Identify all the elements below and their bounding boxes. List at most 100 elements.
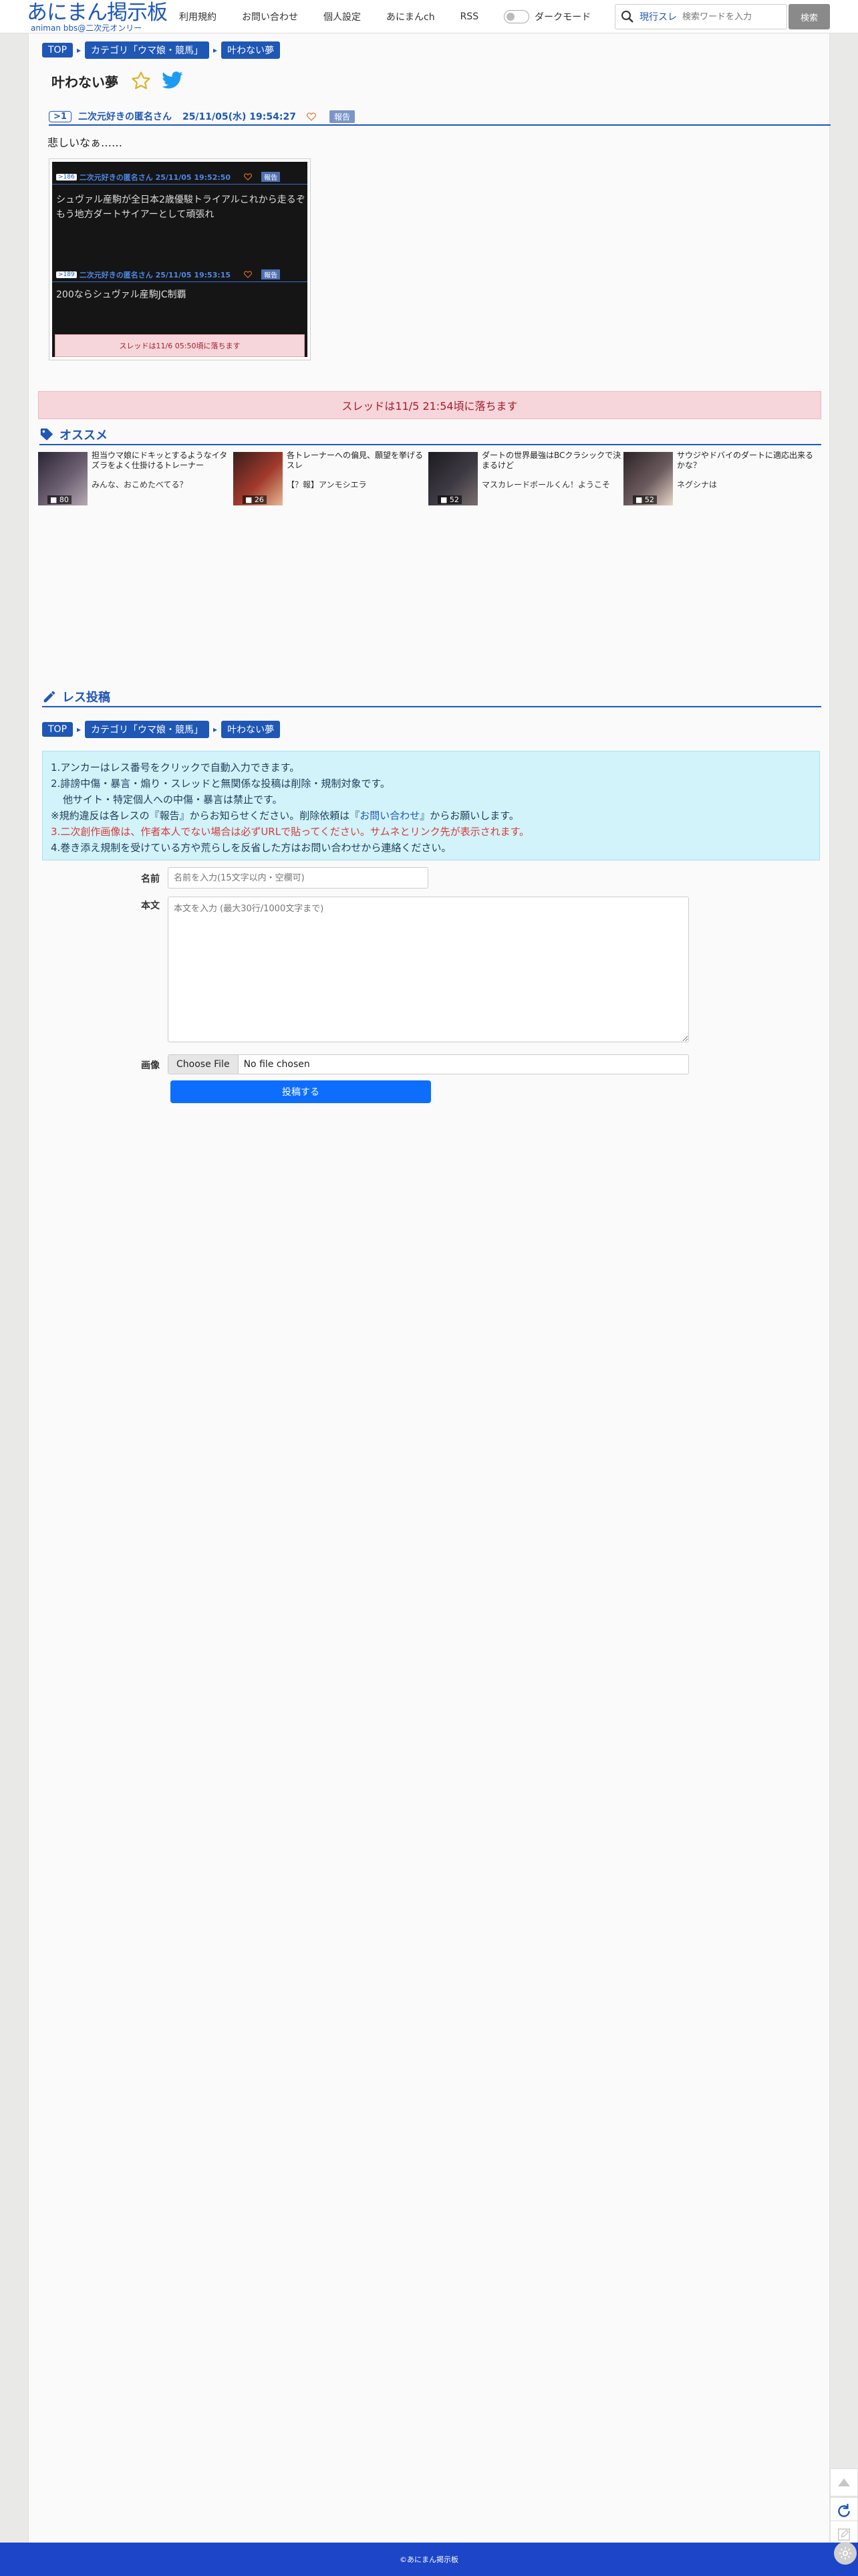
- embed-poster-date: 二次元好きの匿名さん 25/11/05 19:52:50: [79, 172, 231, 182]
- rule-line: ※規約違反は各レスの『報告』からお知らせください。削除依頼は『お問い合わせ』から…: [51, 810, 519, 822]
- contact-link[interactable]: お問い合わせ: [360, 810, 420, 822]
- tag-icon: [39, 427, 54, 442]
- rule-line: 2.誹謗中傷・暴言・煽り・スレッドと無関係な投稿は削除・規制対象です。: [51, 778, 390, 790]
- gear-icon: [838, 2546, 853, 2561]
- thread-title: 叶わない夢: [51, 74, 118, 90]
- post-form-title: レス投稿: [62, 691, 110, 705]
- toggle-switch[interactable]: [504, 10, 530, 23]
- breadcrumb-thread[interactable]: 叶わない夢: [221, 41, 281, 59]
- dark-mode-toggle[interactable]: ダークモード: [504, 10, 591, 23]
- recommend-item-title[interactable]: ダートの世界最強はBCクラシックで決まるけど: [482, 451, 622, 471]
- post-body: 悲しいなぁ……: [47, 136, 123, 149]
- embed-post-body: 200ならシュヴァル産駒JC制覇: [56, 287, 186, 302]
- embed-post-line: もう地方ダートサイアーとして頑張れ: [56, 209, 214, 220]
- search-box: 現行スレ: [615, 4, 787, 29]
- main-panel: TOP ▸ カテゴリ「ウマ娘・競馬」 ▸ 叶わない夢 叶わない夢 >1 二次元好…: [28, 33, 831, 2543]
- recommend-item-title[interactable]: 担当ウマ娘にドキッとするようなイタズラをよく仕掛けるトレーナー: [92, 451, 232, 471]
- rule-line: 1.アンカーはレス番号をクリックで自動入力できます。: [51, 762, 300, 774]
- thread-expire-notice: スレッドは11/5 21:54頃に落ちます: [38, 391, 821, 419]
- report-button[interactable]: 報告: [329, 110, 355, 123]
- name-label: 名前: [141, 874, 160, 885]
- nav-link-rss[interactable]: RSS: [460, 11, 479, 22]
- recommend-thumbnail[interactable]: ■ 80: [38, 452, 88, 505]
- embed-post-line: 200ならシュヴァル産駒JC制覇: [56, 289, 186, 300]
- choose-file-button[interactable]: Choose File: [168, 1055, 239, 1074]
- embed-report-button[interactable]: 報告: [261, 269, 281, 279]
- res-number[interactable]: >1: [49, 110, 72, 122]
- breadcrumb-separator: ▸: [213, 45, 218, 55]
- nav-link-contact[interactable]: お問い合わせ: [242, 10, 298, 23]
- post-form-heading: レス投稿: [42, 687, 821, 707]
- embedded-thread-preview[interactable]: >186 二次元好きの匿名さん 25/11/05 19:52:50 報告 シュヴ…: [49, 158, 311, 360]
- rule-line: 他サイト・特定個人への中傷・暴言は禁止です。: [63, 794, 283, 806]
- body-label: 本文: [141, 901, 160, 911]
- embed-expire-notice: スレッドは11/6 05:50頃に落ちます: [55, 334, 305, 357]
- breadcrumb-category[interactable]: カテゴリ「ウマ娘・競馬」: [85, 41, 210, 59]
- recommend-item[interactable]: ■ 52 ダートの世界最強はBCクラシックで決まるけど マスカレードボールくん！…: [428, 449, 622, 505]
- breadcrumb-top[interactable]: TOP: [42, 43, 74, 57]
- embed-post-line: シュヴァル産駒が全日本2歳優駿トライアルこれから走るぞ: [56, 195, 305, 205]
- scroll-top-button[interactable]: [830, 2468, 858, 2496]
- embed-res-number[interactable]: >189: [56, 271, 77, 278]
- name-input[interactable]: [168, 867, 428, 889]
- poster-name: 二次元好きの匿名さん: [78, 112, 172, 122]
- recommend-item-last-post: ネグシナは: [677, 480, 718, 489]
- breadcrumb-thread[interactable]: 叶わない夢: [221, 721, 281, 738]
- recommend-item[interactable]: ■ 80 担当ウマ娘にドキッとするようなイタズラをよく仕掛けるトレーナー みんな…: [38, 449, 232, 505]
- logo-subtitle[interactable]: animan bbs@二次元オンリー: [27, 24, 167, 32]
- recommend-thumbnail[interactable]: ■ 52: [428, 452, 478, 505]
- refresh-icon: [835, 2502, 853, 2520]
- image-label: 画像: [141, 1060, 160, 1071]
- recommend-heading: オススメ: [39, 425, 821, 445]
- heart-icon[interactable]: [244, 173, 253, 181]
- comment-count: ■ 80: [47, 495, 72, 504]
- recommend-item[interactable]: ■ 26 各トレーナーへの偏見、願望を挙げるスレ 【？報】アンモシエラ: [233, 449, 427, 505]
- comment-count: ■ 52: [633, 495, 657, 504]
- favorite-star-icon[interactable]: [130, 70, 152, 92]
- submit-post-button[interactable]: 投稿する: [170, 1080, 431, 1103]
- comment-count: ■ 26: [243, 495, 267, 504]
- breadcrumb-separator: ▸: [77, 45, 82, 55]
- embed-res-number[interactable]: >186: [56, 173, 77, 181]
- rule-line: 4.巻き添え規制を受けている方や荒らしを反省した方はお問い合わせから連絡ください…: [51, 842, 452, 854]
- nav-link-animanch[interactable]: あにまんch: [386, 10, 435, 23]
- breadcrumb: TOP ▸ カテゴリ「ウマ娘・競馬」 ▸ 叶わない夢: [42, 41, 281, 59]
- recommend-item-title[interactable]: 各トレーナーへの偏見、願望を挙げるスレ: [287, 451, 427, 471]
- breadcrumb-separator: ▸: [77, 725, 82, 734]
- nav-links: 利用規約 お問い合わせ 個人設定 あにまんch RSS ダークモード: [179, 0, 591, 33]
- embed-poster-date: 二次元好きの匿名さん 25/11/05 19:53:15: [79, 270, 231, 279]
- search-input[interactable]: [682, 7, 786, 27]
- breadcrumb: TOP ▸ カテゴリ「ウマ娘・競馬」 ▸ 叶わない夢: [42, 721, 281, 738]
- recommend-item-title[interactable]: サウジやドバイのダートに適応出来るかな？: [677, 451, 817, 471]
- rule-line: 3.二次創作画像は、作者本人でない場合は必ずURLで貼ってください。サムネとリン…: [51, 826, 530, 838]
- nav-link-terms[interactable]: 利用規約: [179, 10, 217, 23]
- pencil-icon: [42, 689, 57, 704]
- breadcrumb-category[interactable]: カテゴリ「ウマ娘・競馬」: [85, 721, 210, 738]
- breadcrumb-separator: ▸: [213, 725, 218, 734]
- file-status: No file chosen: [243, 1059, 310, 1070]
- recommend-thumbnail[interactable]: ■ 52: [623, 452, 673, 505]
- site-logo[interactable]: あにまん掲示板 animan bbs@二次元オンリー: [27, 1, 168, 32]
- recommend-item[interactable]: ■ 52 サウジやドバイのダートに適応出来るかな？ ネグシナは: [623, 449, 817, 505]
- search-button[interactable]: 検索: [789, 4, 830, 29]
- embed-report-button[interactable]: 報告: [261, 172, 281, 182]
- top-navbar: あにまん掲示板 animan bbs@二次元オンリー 利用規約 お問い合わせ 個…: [0, 0, 858, 33]
- search-icon: [615, 5, 639, 29]
- heart-icon[interactable]: [306, 112, 316, 121]
- footer: ©あにまん掲示板: [0, 2543, 858, 2576]
- heart-icon[interactable]: [244, 271, 253, 278]
- logo-title[interactable]: あにまん掲示板: [27, 1, 168, 24]
- recommend-thumbnail[interactable]: ■ 26: [233, 452, 283, 505]
- embed-post-header: >189 二次元好きの匿名さん 25/11/05 19:53:15 報告: [52, 267, 307, 282]
- search-scope-select[interactable]: 現行スレ: [639, 10, 677, 23]
- recommend-title: オススメ: [59, 429, 108, 443]
- settings-button[interactable]: [834, 2542, 857, 2565]
- body-textarea[interactable]: [168, 897, 689, 1042]
- image-file-input[interactable]: Choose File No file chosen: [168, 1054, 689, 1074]
- thread-title-row: 叶わない夢: [51, 70, 184, 92]
- breadcrumb-top[interactable]: TOP: [42, 722, 74, 737]
- dark-mode-label: ダークモード: [535, 12, 591, 23]
- twitter-share-icon[interactable]: [161, 71, 184, 91]
- post-date: 25/11/05(水) 19:54:27: [182, 112, 296, 122]
- nav-link-settings[interactable]: 個人設定: [323, 10, 361, 23]
